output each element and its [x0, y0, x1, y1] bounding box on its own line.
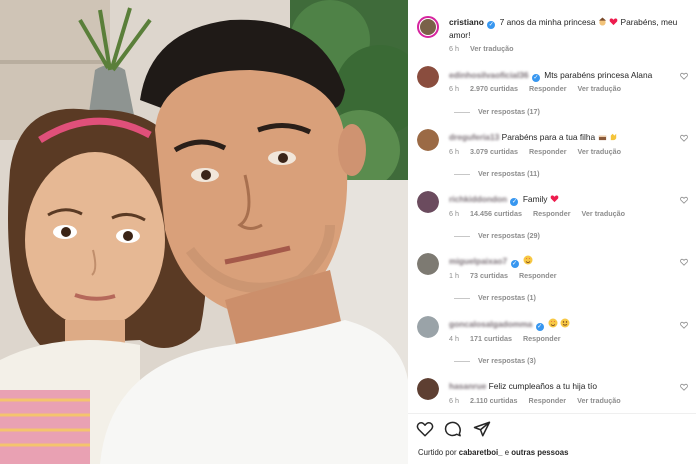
like-comment-icon[interactable]: [680, 383, 688, 391]
reply-link[interactable]: Responder: [523, 334, 561, 343]
author-username[interactable]: cristiano: [449, 17, 484, 27]
reply-link[interactable]: Responder: [529, 147, 567, 156]
view-replies-link[interactable]: Ver respostas (1): [454, 293, 536, 302]
action-bar: [416, 420, 497, 440]
view-replies-link[interactable]: Ver respostas (3): [454, 356, 536, 365]
liked-by-others[interactable]: outras pessoas: [511, 448, 568, 457]
likes-count[interactable]: 3.079 curtidas: [470, 147, 518, 156]
comment-username[interactable]: hasanrue: [449, 381, 486, 391]
like-comment-icon[interactable]: [680, 321, 688, 329]
like-comment-icon[interactable]: [680, 258, 688, 266]
share-icon[interactable]: [473, 420, 491, 438]
comment-text: Mts parabéns princesa Alana: [544, 70, 653, 80]
comment-text: Feliz cumpleaños a tu hija tío: [488, 381, 598, 391]
likes-count[interactable]: 171 curtidas: [470, 334, 512, 343]
comment-meta: 6 h 2.110 curtidas Responder Ver traduçã…: [449, 396, 621, 405]
view-replies-link[interactable]: Ver respostas (29): [454, 231, 540, 240]
likes-count[interactable]: 2.110 curtidas: [470, 396, 518, 405]
avatar[interactable]: [417, 16, 439, 38]
comment-item: hasanrue Feliz cumpleaños a tu hija tío …: [408, 375, 696, 411]
comment-meta: 6 h 14.456 curtidas Responder Ver traduç…: [449, 209, 626, 218]
caption-text: cristiano ✓ 7 anos da minha princesa Par…: [449, 17, 678, 40]
reply-link[interactable]: Responder: [519, 271, 557, 280]
comments-panel: cristiano ✓ 7 anos da minha princesa Par…: [408, 0, 696, 464]
liked-by-text: Curtido por cabaretboi_ e outras pessoas: [418, 448, 569, 457]
comment-meta: 6 h 3.079 curtidas Responder Ver traduçã…: [449, 147, 622, 156]
likes-count[interactable]: 2.970 curtidas: [470, 84, 518, 93]
verified-icon: ✓: [531, 74, 540, 82]
caption-row: cristiano ✓ 7 anos da minha princesa Par…: [408, 10, 696, 60]
princess-emoji: [598, 17, 607, 29]
see-translation-link[interactable]: Ver tradução: [577, 396, 621, 405]
like-comment-icon[interactable]: [680, 134, 688, 142]
heart-emoji: [609, 17, 618, 29]
verified-icon: ✓: [487, 21, 496, 29]
comment-meta: 1 h 73 curtidas Responder: [449, 271, 557, 280]
avatar[interactable]: [417, 253, 439, 275]
comment-username[interactable]: richkiddondon: [449, 194, 507, 204]
starstruck-emoji: [523, 255, 533, 268]
verified-icon: ✓: [510, 198, 519, 206]
verified-icon: ✓: [535, 323, 544, 331]
divider: [408, 413, 696, 414]
like-comment-icon[interactable]: [680, 196, 688, 204]
comment-item: miguelpaixao7 ✓ 1 h 73 curtidas Responde…: [408, 250, 696, 312]
comment-icon[interactable]: [444, 420, 462, 438]
like-comment-icon[interactable]: [680, 72, 688, 80]
see-translation-link[interactable]: Ver tradução: [470, 44, 514, 53]
comment-meta: 4 h 171 curtidas Responder: [449, 334, 561, 343]
comment-item: edinhosilvaoficial36 ✓ Mts parabéns prin…: [408, 62, 696, 124]
comment-username[interactable]: miguelpaixao7: [449, 256, 507, 266]
see-translation-link[interactable]: Ver tradução: [578, 84, 622, 93]
cake-emoji: [598, 132, 607, 144]
avatar[interactable]: [417, 191, 439, 213]
post-photo: [0, 0, 408, 464]
avatar[interactable]: [417, 66, 439, 88]
see-translation-link[interactable]: Ver tradução: [582, 209, 626, 218]
liked-by-user[interactable]: cabaretboi_: [459, 448, 503, 457]
clap-emoji: [609, 132, 618, 144]
verified-icon: ✓: [510, 260, 519, 268]
comment-username[interactable]: edinhosilvaoficial36: [449, 70, 529, 80]
avatar[interactable]: [417, 378, 439, 400]
likes-count[interactable]: 73 curtidas: [470, 271, 508, 280]
comment-text: Family: [522, 194, 548, 204]
view-replies-link[interactable]: Ver respostas (11): [454, 169, 540, 178]
comment-text: Parabéns para a tua filha: [501, 132, 596, 142]
comment-item: dreguferia13 Parabéns para a tua filha 6…: [408, 126, 696, 188]
caption-meta: 6 h Ver tradução: [449, 44, 514, 53]
avatar[interactable]: [417, 316, 439, 338]
reply-link[interactable]: Responder: [529, 396, 567, 405]
reply-link[interactable]: Responder: [533, 209, 571, 218]
heart-icon[interactable]: [416, 420, 434, 438]
view-replies-link[interactable]: Ver respostas (17): [454, 107, 540, 116]
comment-meta: 6 h 2.970 curtidas Responder Ver traduçã…: [449, 84, 622, 93]
starstruck-emoji: [560, 318, 570, 331]
likes-count[interactable]: 14.456 curtidas: [470, 209, 522, 218]
comment-item: goncalosalgadomma ✓ 4 h 171 curtidas Res…: [408, 313, 696, 375]
comment-item: richkiddondon ✓ Family 6 h 14.456 curtid…: [408, 188, 696, 250]
see-translation-link[interactable]: Ver tradução: [578, 147, 622, 156]
starstruck-emoji: [548, 318, 558, 331]
comment-username[interactable]: goncalosalgadomma: [449, 319, 532, 329]
heart-emoji: [550, 194, 559, 206]
avatar[interactable]: [417, 129, 439, 151]
reply-link[interactable]: Responder: [529, 84, 567, 93]
comment-username[interactable]: dreguferia13: [449, 132, 499, 142]
